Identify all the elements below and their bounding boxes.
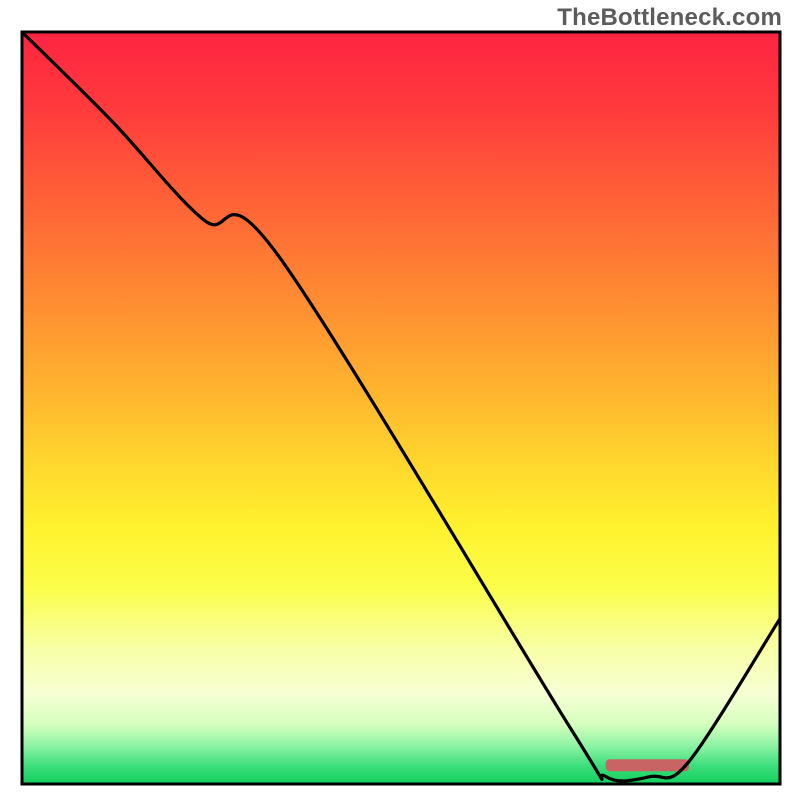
bottleneck-chart xyxy=(0,0,800,800)
optimal-flat-band xyxy=(606,759,689,771)
watermark-text: TheBottleneck.com xyxy=(557,4,782,32)
chart-root: TheBottleneck.com xyxy=(0,0,800,800)
